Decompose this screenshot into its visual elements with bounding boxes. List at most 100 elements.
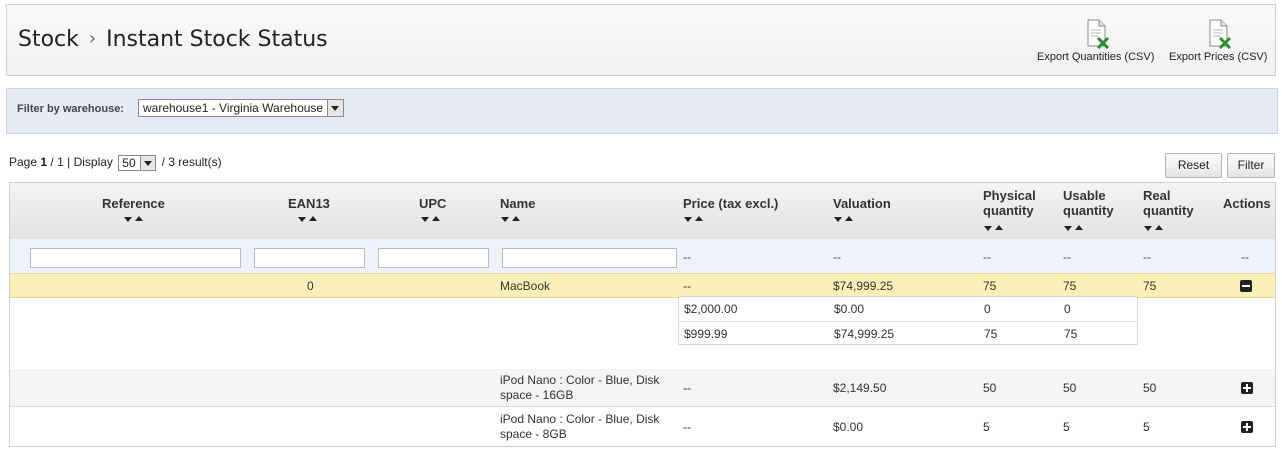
stock-details-table: $2,000.00 $0.00 0 0 $999.99 $74,999.25 7… [678,296,1138,345]
table-row[interactable]: 0 MacBook -- $74,999.25 75 75 75 [10,273,1275,298]
reset-button[interactable]: Reset [1165,153,1222,178]
detail-physical-cell: 75 [984,327,998,341]
breadcrumb-separator: › [88,28,97,49]
header-line: Real [1143,188,1171,203]
warehouse-select[interactable]: warehouse1 - Virginia Warehouse [138,99,344,117]
detail-row: $2,000.00 $0.00 0 0 [679,297,1137,321]
page-title: Instant Stock Status [106,27,328,52]
stock-table: Reference EAN13 UPC Name Price (tax excl… [9,182,1276,447]
name-cell: MacBook [500,279,551,293]
excel-file-icon [1209,19,1232,49]
real-cell: 50 [1143,381,1157,395]
per-page-value: 50 [122,156,136,170]
header-line: quantity [1063,203,1114,218]
minus-square-icon[interactable] [1240,280,1252,292]
column-header-ean13[interactable]: EAN13 [288,196,330,211]
upc-filter-input[interactable] [378,248,489,268]
export-prices-button[interactable]: Export Prices (CSV) [1169,19,1267,63]
valuation-cell: $74,999.25 [833,279,894,293]
excel-file-icon [1087,19,1109,49]
breadcrumb: Stock › Instant Stock Status [18,27,328,52]
filter-button[interactable]: Filter [1227,153,1275,178]
sort-arrows-icon[interactable] [124,215,148,223]
sort-arrows-icon[interactable] [1144,224,1168,232]
usable-cell: 50 [1063,381,1077,395]
sort-arrows-icon[interactable] [684,215,708,223]
header-line: quantity [983,203,1034,218]
breadcrumb-parent[interactable]: Stock [18,27,79,52]
price-filter-placeholder: -- [683,250,691,264]
ean13-cell: 0 [307,279,314,293]
valuation-cell: $0.00 [833,420,864,434]
name-cell: iPod Nano : Color - Blue, Disk space - 1… [500,373,659,403]
physical-cell: 50 [983,381,997,395]
plus-square-icon[interactable] [1241,382,1253,394]
price-cell: -- [683,381,691,395]
warehouse-select-value: warehouse1 - Virginia Warehouse [143,101,324,115]
physical-cell: 75 [983,279,997,293]
usable-filter-placeholder: -- [1063,250,1071,264]
usable-cell: 5 [1063,420,1070,434]
display-label: | Display [67,155,113,170]
warehouse-filter-bar: Filter by warehouse: warehouse1 - Virgin… [6,88,1278,134]
sort-arrows-icon[interactable] [1064,224,1088,232]
per-page-select[interactable]: 50 [118,155,157,171]
name-cell: iPod Nano : Color - Blue, Disk space - 8… [500,412,659,442]
export-prices-label: Export Prices (CSV) [1169,51,1268,63]
export-quantities-button[interactable]: Export Quantities (CSV) [1037,19,1154,63]
table-header: Reference EAN13 UPC Name Price (tax excl… [10,183,1275,240]
page-prefix: Page [9,155,38,170]
ean13-filter-input[interactable] [254,248,365,268]
sort-arrows-icon[interactable] [984,224,1008,232]
detail-usable-cell: 0 [1064,302,1071,316]
table-row[interactable]: iPod Nano : Color - Blue, Disk space - 1… [10,369,1275,407]
results-count: / 3 result(s) [161,155,222,170]
chevron-down-icon[interactable] [327,100,343,116]
detail-valuation-cell: $74,999.25 [834,327,895,341]
header-line: Usable [1063,188,1106,203]
column-header-real-quantity[interactable]: Real quantity [1143,188,1194,218]
detail-price-cell: $2,000.00 [684,302,738,316]
name-line: iPod Nano : Color - Blue, Disk [500,373,660,387]
column-header-valuation[interactable]: Valuation [833,196,891,211]
detail-price-cell: $999.99 [684,327,728,341]
name-line: space - 16GB [500,388,574,402]
column-header-usable-quantity[interactable]: Usable quantity [1063,188,1114,218]
reference-filter-input[interactable] [30,248,241,268]
page-current: 1 [40,155,48,170]
valuation-filter-placeholder: -- [833,250,841,264]
page-total: 1 [57,155,64,170]
sort-arrows-icon[interactable] [421,215,445,223]
page-separator: / [50,155,54,170]
name-line: iPod Nano : Color - Blue, Disk [500,412,660,426]
valuation-cell: $2,149.50 [833,381,887,395]
name-filter-input[interactable] [502,248,677,268]
detail-usable-cell: 75 [1064,327,1078,341]
warehouse-filter-label: Filter by warehouse: [17,103,124,115]
column-header-upc[interactable]: UPC [419,196,446,211]
sort-arrows-icon[interactable] [834,215,858,223]
pagination: Page 1 / 1 | Display 50 / 3 result(s) [9,155,222,171]
chevron-down-icon[interactable] [140,156,156,170]
column-filter-row: -- -- -- -- -- -- [10,239,1275,274]
sort-arrows-icon[interactable] [298,215,322,223]
column-header-name[interactable]: Name [500,196,535,211]
detail-valuation-cell: $0.00 [834,302,865,316]
header-line: Physical [983,188,1036,203]
actions-filter-placeholder: -- [1241,250,1249,264]
column-header-actions: Actions [1223,196,1271,211]
real-cell: 5 [1143,420,1150,434]
physical-cell: 5 [983,420,990,434]
column-header-physical-quantity[interactable]: Physical quantity [983,188,1036,218]
price-cell: -- [683,279,691,293]
plus-square-icon[interactable] [1241,421,1253,433]
table-row[interactable]: iPod Nano : Color - Blue, Disk space - 8… [10,408,1275,446]
header-line: quantity [1143,203,1194,218]
column-header-reference[interactable]: Reference [102,196,165,211]
column-header-price[interactable]: Price (tax excl.) [683,196,778,211]
detail-physical-cell: 0 [984,302,991,316]
page-header: Stock › Instant Stock Status Export Quanti… [6,4,1276,76]
sort-arrows-icon[interactable] [501,215,525,223]
real-filter-placeholder: -- [1143,250,1151,264]
usable-cell: 75 [1063,279,1077,293]
